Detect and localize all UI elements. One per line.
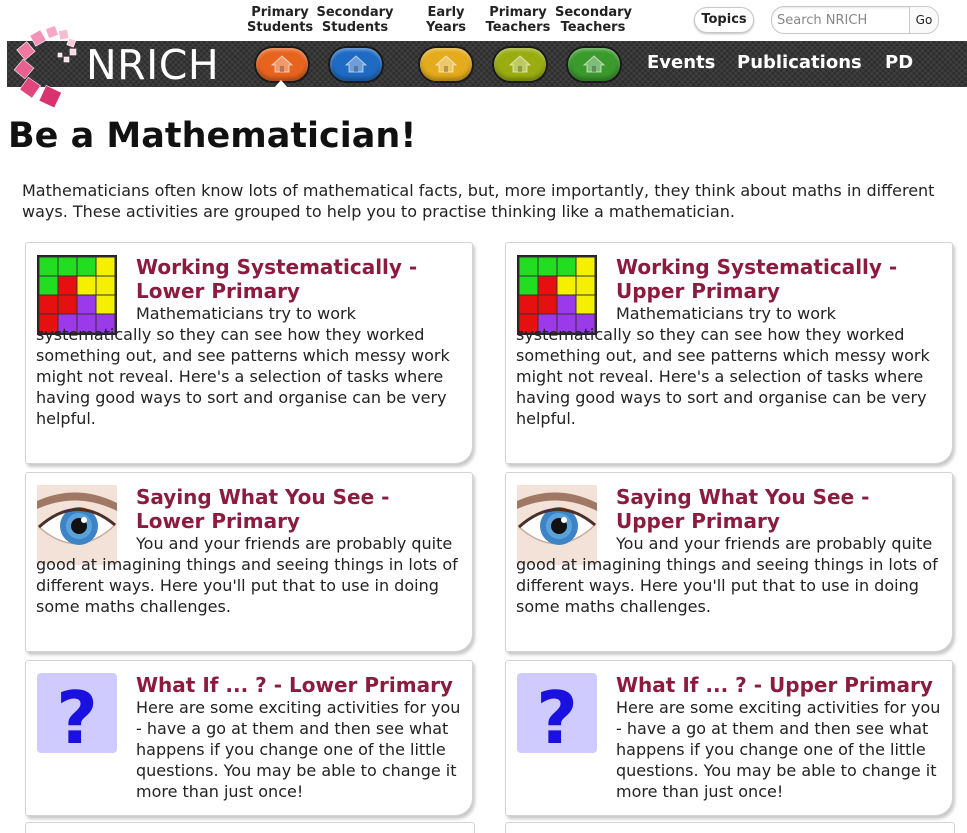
search-box: Go [771,6,939,34]
nav-secondary-students-line1: Secondary [316,5,394,20]
activity-card-next-left[interactable] [25,822,475,833]
card-description: Here are some exciting activities for yo… [136,698,461,801]
nav-events-link[interactable]: Events [647,52,715,74]
svg-text:?: ? [56,676,98,753]
secondary-teachers-home-icon [582,55,606,73]
nav-secondary-teachers[interactable]: Secondary Teachers [555,5,633,35]
secondary-students-home-icon [344,55,368,73]
nav-secondary-teachers-line1: Secondary [555,5,633,20]
page-title: Be a Mathematician! [8,116,417,156]
secondary-students-home-button[interactable] [330,48,382,81]
nav-primary-students-line1: Primary [251,5,309,20]
intro-paragraph: Mathematicians often know lots of mathem… [22,181,935,221]
search-input[interactable] [772,7,900,33]
nav-early-years-line1: Early [427,5,465,20]
card-description: You and your friends are probably quite … [516,534,938,616]
card-title[interactable]: Working Systematically - Lower Primary [136,255,464,303]
card-title[interactable]: What If ... ? - Upper Primary [616,673,944,697]
nav-secondary-teachers-line2: Teachers [560,20,626,35]
search-go-button[interactable]: Go [909,7,938,33]
svg-text:?: ? [536,676,578,753]
nrich-logo-icon[interactable] [14,22,94,110]
primary-students-home-button[interactable] [256,48,308,81]
primary-teachers-home-button[interactable] [494,48,546,81]
activity-card-next-right[interactable] [505,822,955,833]
nav-secondary-students-line2: Students [321,20,389,35]
early-years-home-button[interactable] [420,48,472,81]
card-description: Mathematicians try to work systematicall… [36,304,450,428]
active-section-caret-icon [274,80,288,88]
activity-card-what-if-lower[interactable]: ? What If ... ? - Lower Primary Here are… [25,660,473,816]
nav-publications-link[interactable]: Publications [737,52,862,74]
nav-primary-students[interactable]: Primary Students [247,5,313,35]
topics-button[interactable]: Topics [694,7,754,33]
primary-students-home-icon [270,55,294,73]
card-description: Here are some exciting activities for yo… [616,698,941,801]
card-description: You and your friends are probably quite … [36,534,458,616]
question-mark-icon: ? [517,673,597,753]
activity-card-working-systematically-upper[interactable]: Working Systematically - Upper Primary M… [505,242,953,464]
primary-teachers-home-icon [508,55,532,73]
logo-text[interactable]: NRICH [86,44,219,86]
nav-primary-teachers[interactable]: Primary Teachers [484,5,552,35]
card-title[interactable]: Saying What You See - Upper Primary [616,485,944,533]
question-mark-icon: ? [37,673,117,753]
card-title[interactable]: What If ... ? - Lower Primary [136,673,464,697]
card-title[interactable]: Saying What You See - Lower Primary [136,485,464,533]
nav-pd-link[interactable]: PD [885,52,913,74]
activity-card-working-systematically-lower[interactable]: Working Systematically - Lower Primary M… [25,242,473,464]
nav-primary-teachers-line2: Teachers [485,20,551,35]
card-description: Mathematicians try to work systematicall… [516,304,930,428]
nav-early-years[interactable]: Early Years [420,5,472,35]
card-title[interactable]: Working Systematically - Upper Primary [616,255,944,303]
nav-secondary-students[interactable]: Secondary Students [315,5,395,35]
nav-primary-students-line2: Students [247,20,314,35]
early-years-home-icon [434,55,458,73]
nav-primary-teachers-line1: Primary [489,5,547,20]
activity-card-saying-what-you-see-lower[interactable]: Saying What You See - Lower Primary You … [25,472,473,652]
nav-early-years-line2: Years [426,20,466,35]
activity-card-what-if-upper[interactable]: ? What If ... ? - Upper Primary Here are… [505,660,953,816]
secondary-teachers-home-button[interactable] [568,48,620,81]
activity-card-saying-what-you-see-upper[interactable]: Saying What You See - Upper Primary You … [505,472,953,652]
